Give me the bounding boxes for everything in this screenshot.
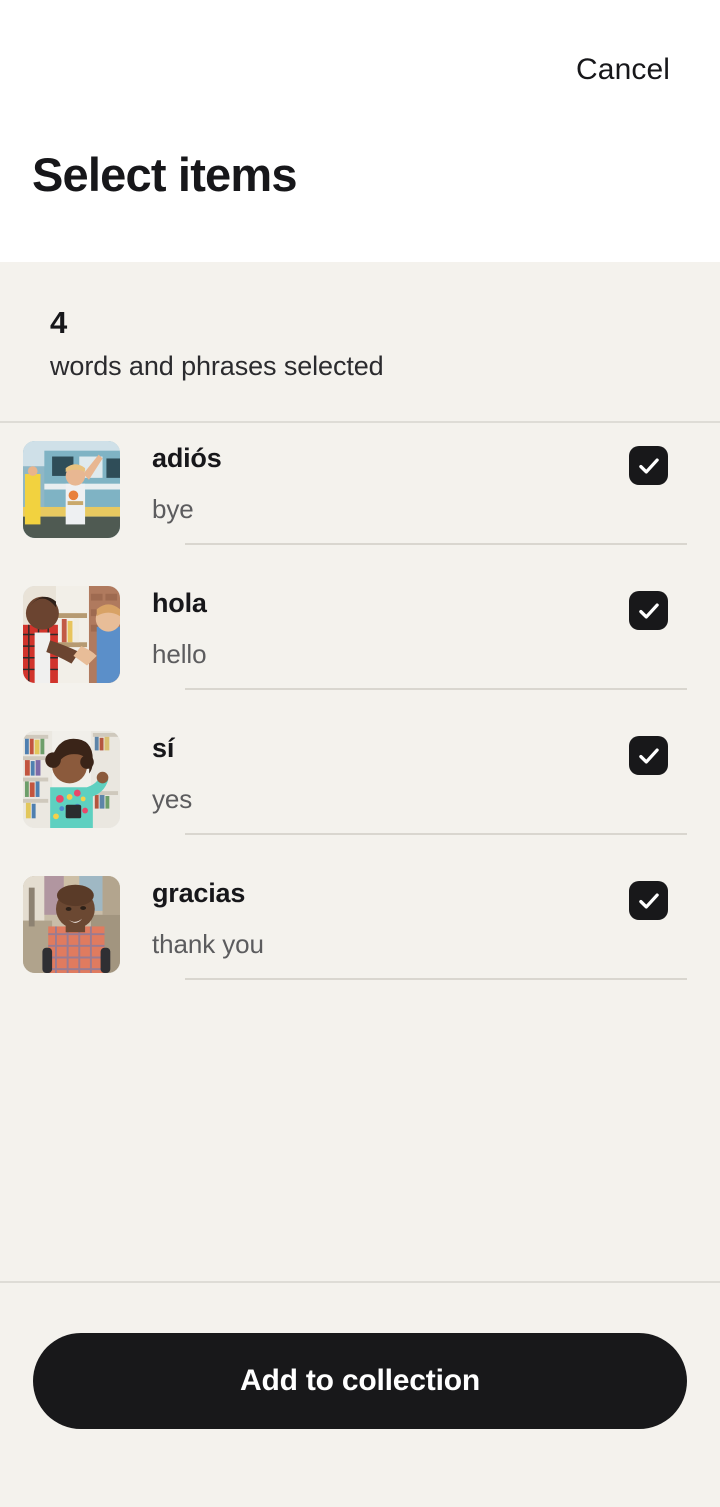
row-divider	[185, 833, 687, 835]
item-thumbnail	[23, 731, 120, 828]
list-item[interactable]: hola hello	[0, 568, 720, 713]
screen-header: Cancel Select items	[0, 0, 720, 262]
item-translation: hello	[152, 638, 207, 669]
item-checkbox-wrap	[629, 591, 668, 630]
item-thumbnail	[23, 441, 120, 538]
selected-count-label: words and phrases selected	[50, 350, 384, 381]
item-thumbnail	[23, 586, 120, 683]
selection-summary: 4 words and phrases selected	[0, 262, 720, 423]
items-list: adiós bye hola hello sí yes gracias than…	[0, 423, 720, 1281]
item-thumbnail	[23, 876, 120, 973]
item-content: gracias thank you	[152, 858, 720, 1003]
add-to-collection-button[interactable]: Add to collection	[33, 1333, 687, 1429]
item-checkbox-wrap	[629, 446, 668, 485]
item-content: sí yes	[152, 713, 720, 858]
row-divider	[185, 978, 687, 980]
item-checkbox[interactable]	[629, 446, 668, 485]
select-items-screen: Cancel Select items 4 words and phrases …	[0, 0, 720, 1507]
item-checkbox-wrap	[629, 881, 668, 920]
item-translation: bye	[152, 493, 194, 524]
screen-footer: Add to collection	[0, 1281, 720, 1507]
item-translation: thank you	[152, 928, 264, 959]
cancel-button[interactable]: Cancel	[576, 52, 670, 88]
item-checkbox[interactable]	[629, 881, 668, 920]
item-content: hola hello	[152, 568, 720, 713]
list-item[interactable]: gracias thank you	[0, 858, 720, 1003]
row-divider	[185, 688, 687, 690]
list-item[interactable]: adiós bye	[0, 423, 720, 568]
item-checkbox[interactable]	[629, 591, 668, 630]
item-translation: yes	[152, 783, 193, 814]
item-checkbox-wrap	[629, 736, 668, 775]
selected-count: 4	[50, 305, 68, 340]
row-divider	[185, 543, 687, 545]
page-title: Select items	[32, 148, 298, 201]
item-checkbox[interactable]	[629, 736, 668, 775]
item-content: adiós bye	[152, 423, 720, 568]
list-item[interactable]: sí yes	[0, 713, 720, 858]
